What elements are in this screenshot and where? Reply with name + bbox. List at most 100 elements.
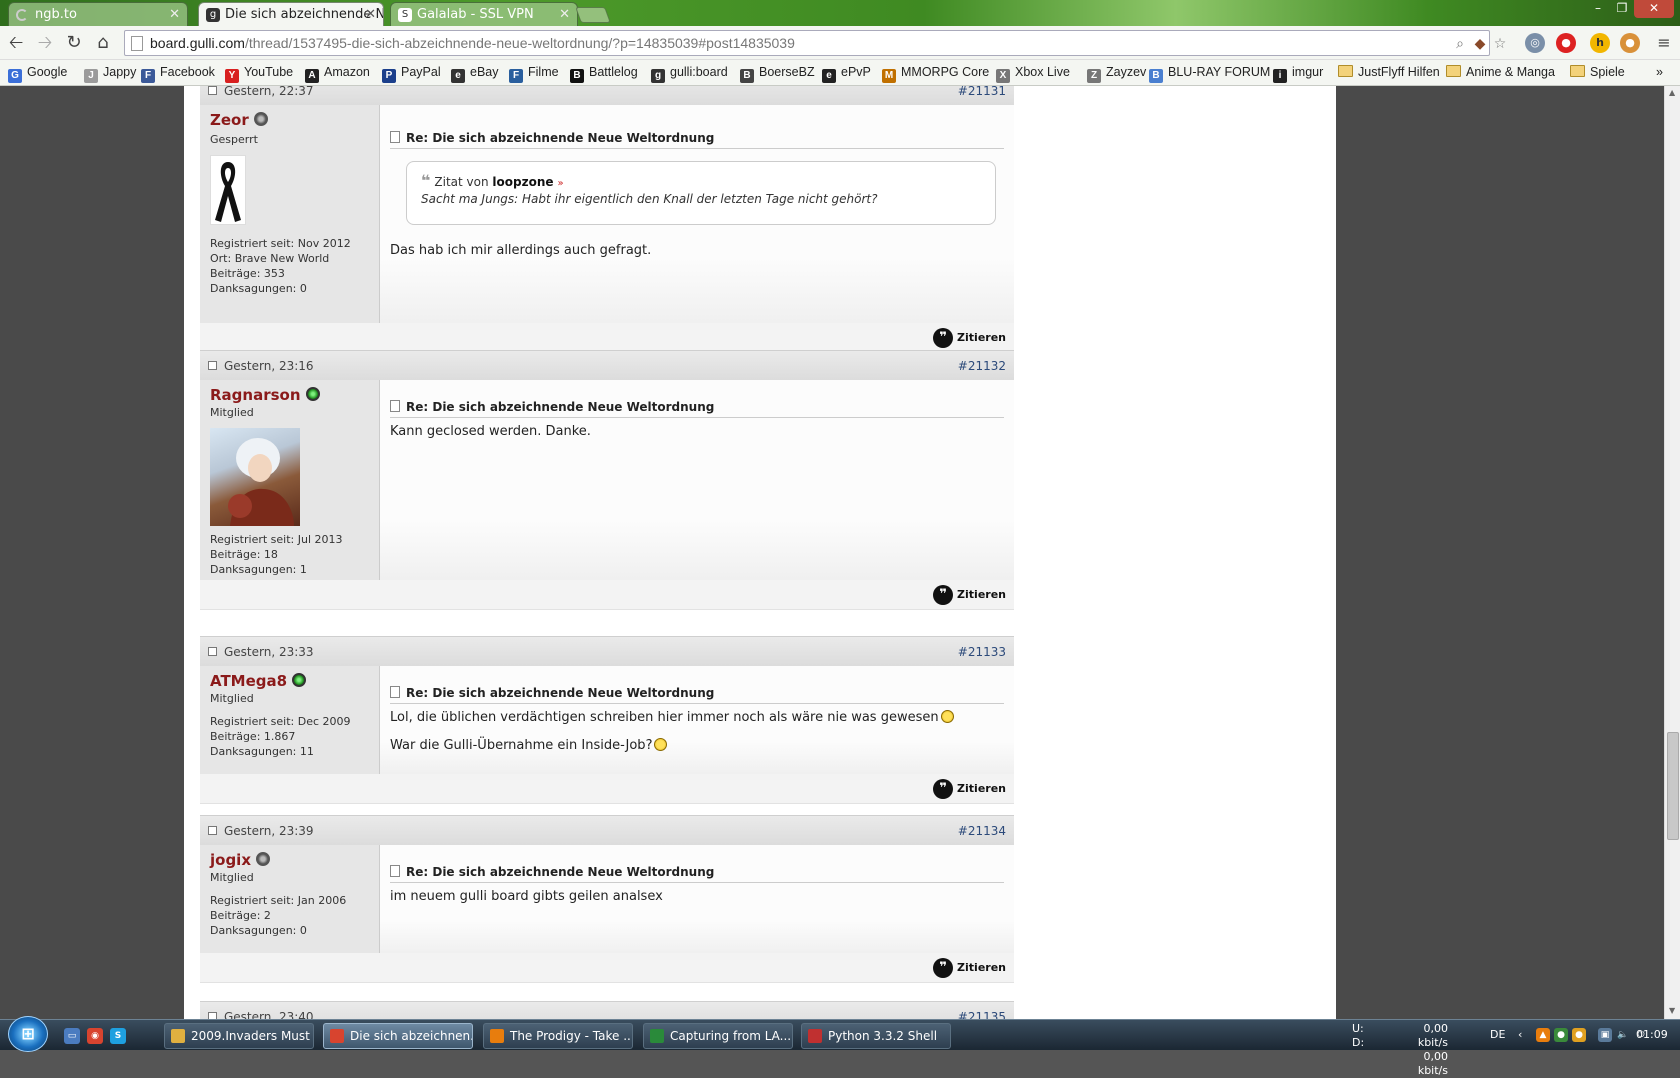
vertical-scrollbar[interactable]: ▲ ▼ (1664, 86, 1680, 1019)
bookmark-filme[interactable]: F Filme (509, 60, 559, 85)
tray-app-icon[interactable]: ● (1554, 1028, 1568, 1042)
taskbar-item[interactable]: The Prodigy - Take ... (483, 1023, 633, 1049)
bookmark-gulli-board[interactable]: g gulli:board (651, 60, 728, 85)
url-text[interactable]: board.gulli.com/thread/1537495-die-sich-… (150, 31, 795, 55)
tray-app2-icon[interactable]: ● (1572, 1028, 1586, 1042)
search-icon[interactable]: ⌕ (1451, 35, 1469, 53)
scroll-up-icon[interactable]: ▲ (1669, 88, 1675, 97)
bookmark-ebay[interactable]: e eBay (451, 60, 499, 85)
skype-quicklaunch-icon[interactable]: S (110, 1028, 126, 1044)
user-title: Mitglied (210, 871, 254, 884)
username-link[interactable]: ATMega8 (210, 672, 307, 690)
python-icon (808, 1029, 822, 1043)
quote-button[interactable]: ❞ Zitieren (933, 958, 1006, 978)
bookmarks-overflow-button[interactable]: » (1656, 60, 1663, 85)
new-tab-button[interactable] (575, 7, 611, 23)
hola-icon[interactable]: h (1590, 33, 1610, 53)
chrome-quicklaunch-icon[interactable]: ◉ (87, 1028, 103, 1044)
adblock-icon[interactable]: ● (1556, 33, 1576, 53)
bookmark-google[interactable]: G Google (8, 60, 67, 85)
bookmark-mmorpg-core[interactable]: M MMORPG Core (882, 60, 989, 85)
post-number-link[interactable]: #21132 (958, 351, 1006, 381)
username-link[interactable]: Ragnarson (210, 386, 320, 404)
bookmark-spiele[interactable]: Spiele (1570, 60, 1625, 85)
bookmark-zayzev[interactable]: Z Zayzev (1087, 60, 1146, 85)
taskbar-item[interactable]: Capturing from LA... (643, 1023, 793, 1049)
address-bar[interactable]: board.gulli.com/thread/1537495-die-sich-… (124, 30, 1506, 56)
close-tab-icon[interactable]: ✕ (365, 3, 376, 26)
username-link[interactable]: Zeor (210, 111, 268, 129)
close-tab-icon[interactable]: ✕ (169, 3, 180, 26)
language-indicator[interactable]: DE (1490, 1028, 1505, 1042)
filme-icon: F (509, 69, 523, 83)
post-number-link[interactable]: #21135 (958, 1002, 1006, 1019)
quote-mark-icon: ❝ (421, 171, 431, 190)
view-post-icon[interactable]: » (558, 178, 564, 189)
home-button[interactable]: ⌂ (91, 31, 115, 55)
bookmark-boersebz[interactable]: B BoerseBZ (740, 60, 815, 85)
tab-galalab[interactable]: S Galalab - SSL VPN ✕ (390, 2, 578, 26)
menu-icon[interactable]: ≡ (1652, 31, 1676, 55)
xbox-icon: X (996, 69, 1010, 83)
scrollbar-thumb[interactable] (1667, 732, 1679, 840)
browser-chrome: ngb.to ✕ g Die sich abzeichnende Ne ✕ S … (0, 0, 1680, 86)
maximize-button[interactable]: ❐ (1610, 0, 1634, 18)
reload-button[interactable]: ↻ (62, 31, 86, 55)
quote-text: Sacht ma Jungs: Habt ihr eigentlich den … (421, 192, 878, 206)
scroll-down-icon[interactable]: ▼ (1669, 1006, 1675, 1015)
post-header: Gestern, 23:16 #21132 (200, 350, 1014, 380)
bookmark-epvp[interactable]: e ePvP (822, 60, 871, 85)
close-window-button[interactable]: ✕ (1634, 0, 1674, 18)
taskbar-item[interactable]: Die sich abzeichnen... (323, 1023, 473, 1049)
tab-gulli-thread[interactable]: g Die sich abzeichnende Ne ✕ (198, 2, 384, 26)
post-number-link[interactable]: #21134 (958, 816, 1006, 846)
show-desktop-icon[interactable]: ▭ (64, 1028, 80, 1044)
offline-status-icon (254, 112, 268, 126)
black-ribbon-avatar[interactable] (210, 155, 246, 225)
user-detail-line: Danksagungen: 0 (210, 924, 307, 937)
quote-icon: ❞ (933, 585, 954, 605)
cookie-icon[interactable]: ● (1620, 33, 1640, 53)
tray-expand-icon[interactable]: ‹ (1518, 1028, 1522, 1042)
bookmark-facebook[interactable]: F Facebook (141, 60, 215, 85)
bookmark-battlelog[interactable]: B Battlelog (570, 60, 638, 85)
bookmark-xbox-live[interactable]: X Xbox Live (996, 60, 1070, 85)
bookmark-amazon[interactable]: A Amazon (305, 60, 370, 85)
bookmark-blu-ray-forum[interactable]: B BLU-RAY FORUM (1149, 60, 1270, 85)
page-viewport: Gestern, 22:37 #21131 Zeor Gesperrt Registr… (0, 86, 1664, 1019)
post-number-link[interactable]: #21133 (958, 637, 1006, 667)
quote-button[interactable]: ❞ Zitieren (933, 779, 1006, 799)
extension-icon[interactable]: ◆ (1471, 35, 1489, 53)
close-tab-icon[interactable]: ✕ (559, 3, 570, 26)
folder-icon (171, 1029, 185, 1043)
bookmark-imgur[interactable]: i imgur (1273, 60, 1323, 85)
volume-icon[interactable]: 🔈 (1616, 1028, 1630, 1042)
bookmark-youtube[interactable]: Y YouTube (225, 60, 293, 85)
back-button[interactable]: 🡠 (4, 31, 28, 55)
post-number-link[interactable]: #21131 (958, 86, 1006, 106)
network-icon[interactable]: ▣ (1598, 1028, 1612, 1042)
post-footer: ❞ Zitieren (200, 580, 1014, 610)
user-detail-line: Beiträge: 2 (210, 909, 271, 922)
bookmark-star-icon[interactable]: ☆ (1491, 35, 1509, 53)
minimize-button[interactable]: – (1586, 0, 1610, 18)
bookmark-anime-manga[interactable]: Anime & Manga (1446, 60, 1555, 85)
clock[interactable]: 01:09 (1636, 1028, 1668, 1042)
user-details: Registriert seit: Dec 2009 Beiträge: 1.86… (210, 714, 351, 759)
bookmark-justflyff-hilfen[interactable]: JustFlyff Hilfen (1338, 60, 1440, 85)
username-link[interactable]: jogix (210, 851, 271, 869)
bookmark-paypal[interactable]: P PayPal (382, 60, 441, 85)
taskbar-item[interactable]: Python 3.3.2 Shell (801, 1023, 951, 1049)
forward-button[interactable]: 🡢 (33, 31, 57, 55)
bookmark-jappy[interactable]: J Jappy (84, 60, 136, 85)
post-icon (208, 1012, 217, 1019)
loading-icon (16, 9, 28, 21)
anime-character-avatar[interactable] (210, 428, 300, 526)
tab-ngb[interactable]: ngb.to ✕ (8, 2, 188, 26)
quote-button[interactable]: ❞ Zitieren (933, 585, 1006, 605)
taskbar-item[interactable]: 2009.Invaders Must ... (164, 1023, 314, 1049)
start-button[interactable]: ⊞ (8, 1016, 48, 1052)
quote-button[interactable]: ❞ Zitieren (933, 328, 1006, 348)
extension-globe-icon[interactable]: ◎ (1525, 33, 1545, 53)
vlc-tray-icon[interactable]: ▲ (1536, 1028, 1550, 1042)
